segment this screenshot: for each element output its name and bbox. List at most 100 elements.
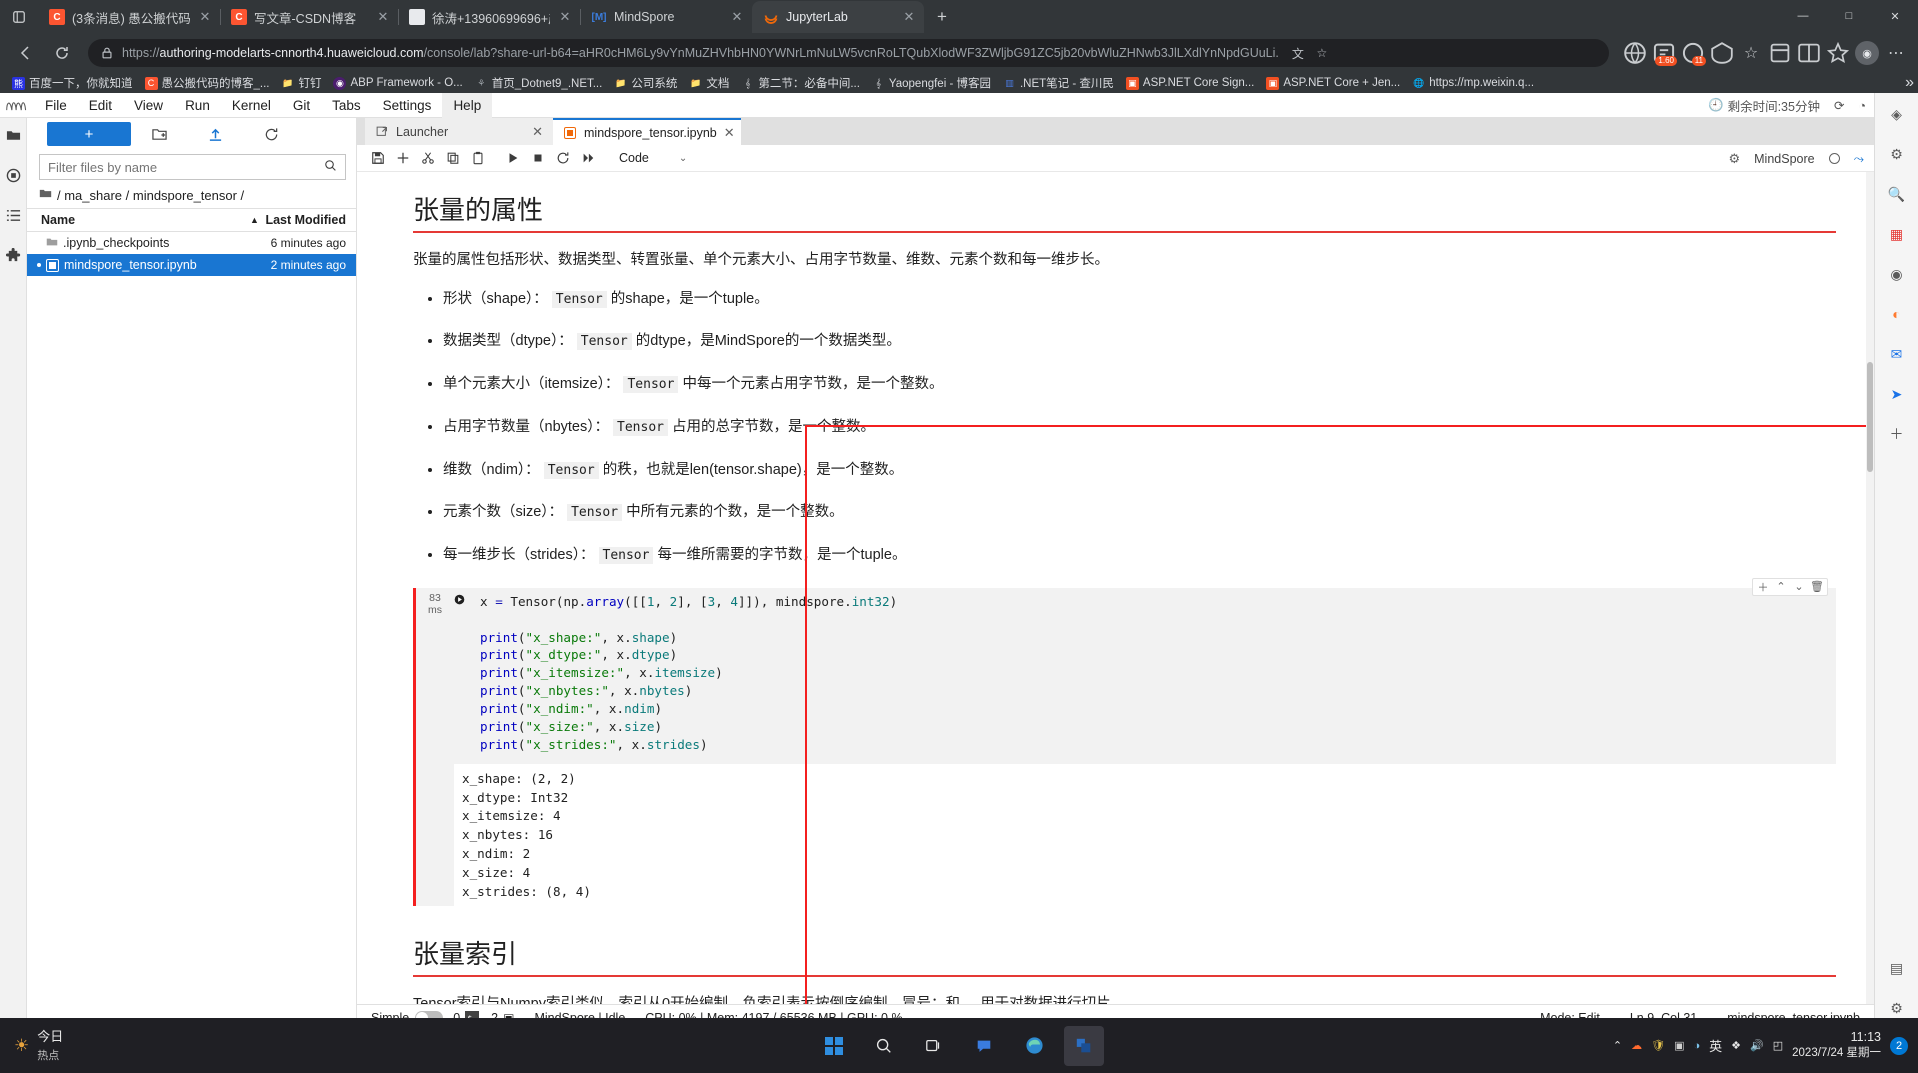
bookmark-star-icon[interactable]: ☆ xyxy=(1311,42,1333,64)
close-icon[interactable]: ✕ xyxy=(557,9,573,25)
bookmark-item[interactable]: 𝄞 第二节：必备中间... xyxy=(735,73,866,93)
extension-icon-1[interactable] xyxy=(1621,39,1649,67)
file-filter-input[interactable] xyxy=(48,159,324,175)
maximize-button[interactable]: □ xyxy=(1826,0,1872,32)
close-icon[interactable]: ✕ xyxy=(724,125,735,141)
browser-tab-1[interactable]: C 写文章-CSDN博客 ✕ xyxy=(220,1,398,33)
extension-icon-2[interactable]: 1.60 xyxy=(1650,39,1678,67)
notification-badge[interactable]: 2 xyxy=(1890,1036,1908,1055)
doc-tab-notebook[interactable]: mindspore_tensor.ipynb ✕ xyxy=(553,118,741,145)
close-icon[interactable]: ✕ xyxy=(532,124,543,140)
extensions-icon[interactable] xyxy=(2,244,24,266)
menu-file[interactable]: File xyxy=(34,93,78,118)
taskview-icon[interactable] xyxy=(914,1026,954,1066)
volume-icon[interactable]: 🔊 xyxy=(1750,1039,1764,1052)
add-icon[interactable]: ＋ xyxy=(1755,579,1771,595)
code-cell[interactable]: ＋ ⌃ ⌄ 🗑 83 ms x = Tensor(np.array([[1, 2… xyxy=(413,577,1836,906)
stop-icon[interactable] xyxy=(525,146,550,170)
doc-tab-launcher[interactable]: Launcher ✕ xyxy=(365,118,553,145)
column-header-name[interactable]: Name xyxy=(27,213,244,227)
folder-icon[interactable] xyxy=(2,124,24,146)
browser-essentials-icon[interactable] xyxy=(1824,39,1852,67)
bookmarks-overflow-icon[interactable]: » xyxy=(1905,73,1914,93)
cut-icon[interactable] xyxy=(415,146,440,170)
split-screen-icon[interactable] xyxy=(1795,39,1823,67)
bookmark-item[interactable]: 📁 钉钉 xyxy=(275,73,327,93)
translate-icon[interactable]: 文 xyxy=(1287,42,1309,64)
refresh-icon[interactable] xyxy=(243,121,299,147)
menu-view[interactable]: View xyxy=(123,93,174,118)
breadcrumb[interactable]: / ma_share / mindspore_tensor / xyxy=(27,184,356,208)
move-up-icon[interactable]: ⌃ xyxy=(1773,579,1789,595)
save-icon[interactable] xyxy=(365,146,390,170)
back-icon[interactable] xyxy=(11,38,41,68)
browser-tab-4[interactable]: JupyterLab ✕ xyxy=(752,1,924,33)
column-header-modified[interactable]: Last Modified xyxy=(244,213,356,227)
paste-icon[interactable] xyxy=(465,146,490,170)
scrollbar-thumb[interactable] xyxy=(1867,362,1873,472)
delete-icon[interactable]: 🗑 xyxy=(1809,579,1825,595)
menu-tabs[interactable]: Tabs xyxy=(321,93,372,118)
shield-icon[interactable]: ◉ xyxy=(1882,259,1912,289)
menu-run[interactable]: Run xyxy=(174,93,221,118)
bookmark-item[interactable]: ▣ ASP.NET Core + Jen... xyxy=(1260,75,1406,92)
search-panel-icon[interactable]: 🔍 xyxy=(1882,179,1912,209)
address-bar[interactable]: https://authoring-modelarts-cnnorth4.hua… xyxy=(88,39,1609,67)
menu-help[interactable]: Help xyxy=(442,92,493,118)
windows-start-icon[interactable] xyxy=(814,1026,854,1066)
share-icon[interactable]: ⤳ xyxy=(1854,151,1864,167)
security-icon[interactable]: 🛡 xyxy=(1651,1039,1665,1052)
close-icon[interactable]: ✕ xyxy=(375,9,391,25)
collections-icon[interactable] xyxy=(1766,39,1794,67)
bookmark-star-toolbar-icon[interactable]: ☆ xyxy=(1737,39,1765,67)
kernel-name-label[interactable]: MindSpore xyxy=(1754,152,1814,166)
run-cell-icon[interactable] xyxy=(454,587,472,764)
new-tab-button[interactable]: + xyxy=(928,3,956,31)
running-icon[interactable] xyxy=(2,164,24,186)
bookmark-item[interactable]: ▥ .NET笔记 - 查川民 xyxy=(997,73,1120,93)
bookmark-item[interactable]: ▣ ASP.NET Core Sign... xyxy=(1120,75,1260,92)
taskbar-weather-widget[interactable]: ☀ 今日 热点 xyxy=(14,1028,63,1064)
edge-icon[interactable] xyxy=(1014,1026,1054,1066)
menu-kernel[interactable]: Kernel xyxy=(221,93,282,118)
close-icon[interactable]: ✕ xyxy=(729,9,745,25)
copy-icon[interactable] xyxy=(440,146,465,170)
bookmark-item[interactable]: 🌐 https://mp.weixin.q... xyxy=(1406,75,1540,92)
browser-tab-3[interactable]: [M] MindSpore ✕ xyxy=(580,1,752,33)
ime-indicator[interactable]: 英 xyxy=(1709,1036,1722,1055)
new-launcher-button[interactable]: + xyxy=(47,122,131,146)
onedrive-icon[interactable]: ☁ xyxy=(1631,1039,1642,1052)
file-row-notebook[interactable]: mindspore_tensor.ipynb 2 minutes ago xyxy=(27,254,356,276)
close-icon[interactable]: ✕ xyxy=(901,9,917,25)
notebook-scrollbar[interactable] xyxy=(1866,172,1874,1004)
restart-run-all-icon[interactable] xyxy=(575,146,600,170)
close-window-button[interactable]: ✕ xyxy=(1872,0,1918,32)
file-filter-box[interactable] xyxy=(39,154,346,180)
reload-icon[interactable] xyxy=(47,38,77,68)
restart-kernel-icon[interactable] xyxy=(550,146,575,170)
taskbar-clock[interactable]: 11:13 2023/7/24 星期一 xyxy=(1792,1030,1881,1061)
cell-source[interactable]: x = Tensor(np.array([[1, 2], [3, 4]]), m… xyxy=(472,587,1836,764)
menu-edit[interactable]: Edit xyxy=(78,93,123,118)
bluetooth-icon[interactable]: ❖ xyxy=(1731,1039,1741,1052)
drive-icon[interactable]: ◐ xyxy=(1882,299,1912,329)
extension-icon-4[interactable] xyxy=(1708,39,1736,67)
tab-search-icon[interactable] xyxy=(0,0,38,33)
bookmark-item[interactable]: ⚘ 首页_Dotnet9_.NET... xyxy=(469,73,609,93)
search-icon[interactable] xyxy=(864,1026,904,1066)
bookmark-item[interactable]: C 愚公搬代码的博客_... xyxy=(139,73,276,93)
network-icon[interactable]: ◰ xyxy=(1773,1039,1783,1052)
chevron-up-icon[interactable]: ⌃ xyxy=(1613,1039,1622,1052)
debug-icon[interactable]: ⚙ xyxy=(1728,151,1740,167)
upload-icon[interactable] xyxy=(187,121,243,147)
editor-icon[interactable]: ▤ xyxy=(1882,953,1912,983)
menu-git[interactable]: Git xyxy=(282,93,321,118)
refresh-session-icon[interactable]: ⟳ xyxy=(1834,98,1844,113)
tools-icon[interactable]: ▦ xyxy=(1882,219,1912,249)
bookmark-item[interactable]: 熊百度一下，你就知道 xyxy=(6,73,139,93)
bookmark-item[interactable]: 𝄞 Yaopengfei - 博客园 xyxy=(866,73,997,93)
add-panel-icon[interactable]: ＋ xyxy=(1882,419,1912,449)
cell-type-select[interactable]: Code ⌄ xyxy=(612,147,694,169)
minimize-button[interactable]: — xyxy=(1780,0,1826,32)
profile-avatar[interactable]: ◉ xyxy=(1853,39,1881,67)
